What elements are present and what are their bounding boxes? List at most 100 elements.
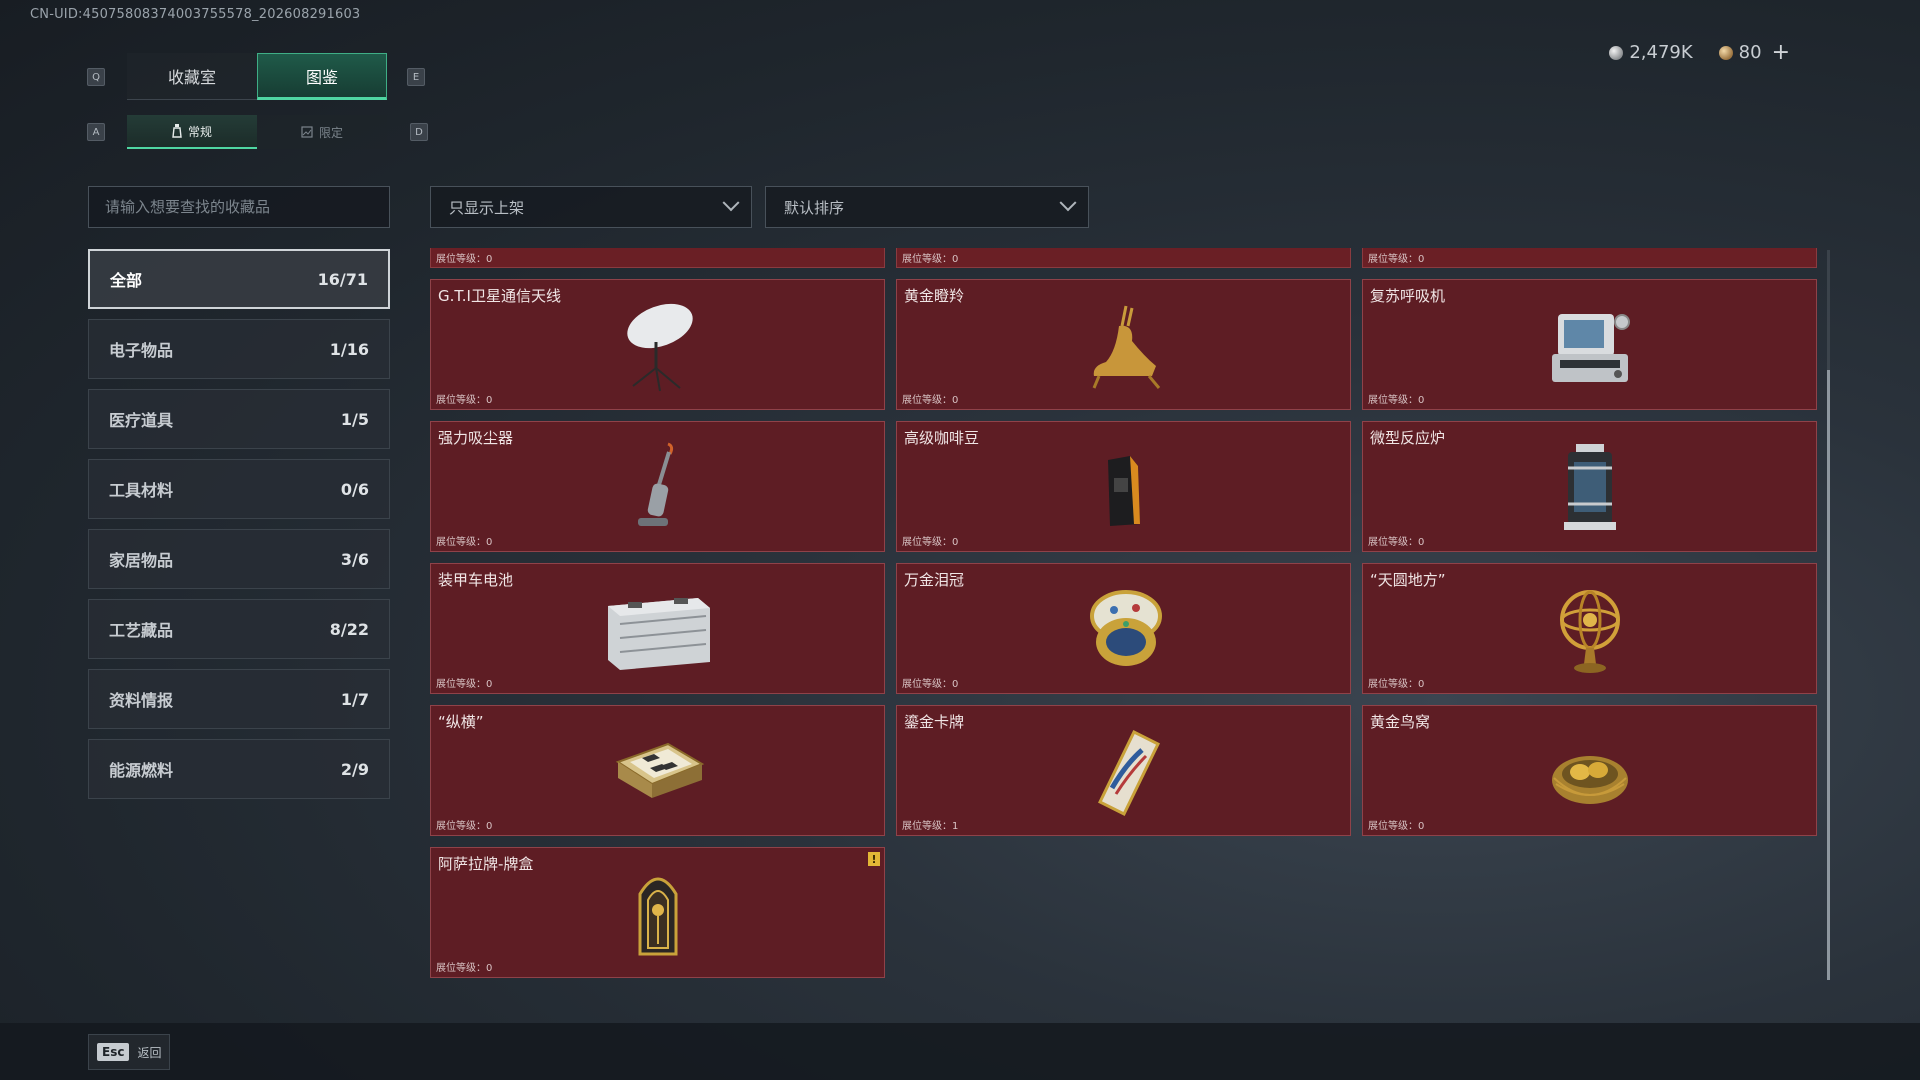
item-card-satellite[interactable]: G.T.I卫星通信天线 展位等级：0	[430, 279, 885, 410]
item-name: “纵横”	[438, 713, 484, 731]
card-case-icon	[638, 877, 677, 956]
partial-card[interactable]: 展位等级：0	[1362, 248, 1817, 268]
item-name: 万金泪冠	[904, 571, 965, 589]
golden-nest-icon	[1551, 756, 1628, 804]
esc-key-hint: Esc	[97, 1043, 130, 1061]
item-card-mini-reactor[interactable]: 微型反应炉 展位等级：0	[1362, 421, 1817, 552]
item-name: 黄金鸟窝	[1370, 713, 1431, 731]
booth-level: 展位等级：0	[1368, 537, 1425, 548]
category-medical[interactable]: 医疗道具 1/5	[88, 389, 390, 449]
booth-level: 展位等级：0	[1368, 679, 1425, 690]
coffee-bag-icon	[1107, 456, 1140, 526]
partial-card[interactable]: 展位等级：0	[896, 248, 1351, 268]
category-crafts[interactable]: 工艺藏品 8/22	[88, 599, 390, 659]
new-alert-badge: !	[868, 852, 880, 866]
silver-currency: 2,479K	[1609, 42, 1693, 63]
chevron-down-icon	[722, 194, 740, 212]
key-hint-a: A	[87, 123, 105, 141]
uid-label: CN-UID:45075808374003755578_202608291603	[30, 7, 361, 22]
chevron-down-icon	[1059, 194, 1077, 212]
booth-level: 展位等级：0	[436, 821, 493, 832]
vacuum-cleaner-icon	[637, 442, 673, 526]
item-card-jeweled-crown[interactable]: 万金泪冠 展位等级：0	[896, 563, 1351, 694]
frame-icon	[301, 126, 313, 138]
tab-collection-room[interactable]: 收藏室	[127, 53, 257, 100]
category-intel[interactable]: 资料情报 1/7	[88, 669, 390, 729]
category-tools[interactable]: 工具材料 0/6	[88, 459, 390, 519]
category-label: 医疗道具	[109, 411, 174, 430]
vehicle-battery-icon	[607, 598, 710, 670]
category-energy[interactable]: 能源燃料 2/9	[88, 739, 390, 799]
category-list: 全部 16/71 电子物品 1/16 医疗道具 1/5 工具材料 0/6 家居物品 3/6…	[88, 249, 390, 799]
footer-bar	[0, 1023, 1920, 1080]
category-label: 全部	[110, 271, 143, 290]
add-currency-button[interactable]: +	[1772, 40, 1790, 65]
sort-dropdown[interactable]: 默认排序	[765, 186, 1089, 228]
scroll-thumb[interactable]	[1827, 370, 1830, 980]
category-count: 1/16	[329, 339, 369, 359]
grid-scrollbar[interactable]	[1827, 250, 1830, 980]
category-count: 16/71	[317, 269, 368, 289]
booth-level: 展位等级：0	[1368, 254, 1425, 265]
category-count: 1/7	[340, 689, 369, 709]
item-card-vacuum[interactable]: 强力吸尘器 展位等级：0	[430, 421, 885, 552]
bottle-icon	[172, 124, 182, 138]
category-label: 电子物品	[109, 341, 174, 360]
item-name: 高级咖啡豆	[904, 429, 980, 447]
item-card-gilded-card[interactable]: 鎏金卡牌 展位等级：1	[896, 705, 1351, 836]
silver-amount: 2,479K	[1629, 42, 1693, 63]
key-hint-q: Q	[87, 68, 105, 86]
category-count: 1/5	[340, 409, 369, 429]
item-name: G.T.I卫星通信天线	[438, 287, 561, 305]
item-card-asala-card-case[interactable]: 阿萨拉牌-牌盒 ! 展位等级：0	[430, 847, 885, 978]
booth-level: 展位等级：0	[436, 395, 493, 406]
item-card-chess-box[interactable]: “纵横” 展位等级：0	[430, 705, 885, 836]
booth-level: 展位等级：0	[436, 963, 493, 974]
item-card-armillary[interactable]: “天圆地方” 展位等级：0	[1362, 563, 1817, 694]
tab-codex[interactable]: 图鉴	[257, 53, 387, 100]
main-tabs: 收藏室 图鉴	[127, 53, 387, 100]
item-card-golden-gazelle[interactable]: 黄金瞪羚 展位等级：0	[896, 279, 1351, 410]
category-label: 资料情报	[109, 691, 174, 710]
item-card-golden-nest[interactable]: 黄金鸟窝 展位等级：0	[1362, 705, 1817, 836]
item-card-coffee-beans[interactable]: 高级咖啡豆 展位等级：0	[896, 421, 1351, 552]
mini-reactor-icon	[1563, 444, 1616, 530]
golden-gazelle-icon	[1092, 305, 1160, 389]
ventilator-icon	[1551, 314, 1630, 382]
booth-level: 展位等级：0	[902, 395, 959, 406]
booth-level: 展位等级：0	[436, 254, 493, 265]
item-name: 装甲车电池	[438, 571, 514, 589]
booth-level: 展位等级：1	[902, 821, 959, 832]
item-card-vehicle-battery[interactable]: 装甲车电池 展位等级：0	[430, 563, 885, 694]
partial-card[interactable]: 展位等级：0	[430, 248, 885, 268]
category-label: 工具材料	[109, 481, 174, 500]
bronze-amount: 80	[1738, 42, 1762, 63]
armillary-sphere-icon	[1559, 590, 1620, 673]
back-button[interactable]: Esc 返回	[88, 1034, 171, 1070]
category-count: 2/9	[340, 759, 369, 779]
back-label: 返回	[137, 1045, 162, 1060]
booth-level: 展位等级：0	[1368, 395, 1425, 406]
chess-box-icon	[615, 742, 704, 798]
item-name: 鎏金卡牌	[904, 713, 965, 731]
item-name: 强力吸尘器	[438, 429, 514, 447]
booth-level: 展位等级：0	[1368, 821, 1425, 832]
subtab-regular[interactable]: 常规	[127, 115, 257, 149]
item-name: 微型反应炉	[1370, 429, 1446, 447]
search-input[interactable]	[88, 186, 390, 228]
category-label: 工艺藏品	[109, 621, 174, 640]
item-grid: 展位等级：0 展位等级：0 展位等级：0 G.T.I卫星通信天线 展位等级：0 …	[430, 248, 1818, 980]
booth-level: 展位等级：0	[436, 537, 493, 548]
category-electronics[interactable]: 电子物品 1/16	[88, 319, 390, 379]
item-name: 黄金瞪羚	[904, 287, 965, 305]
category-all[interactable]: 全部 16/71	[88, 249, 390, 309]
item-card-ventilator[interactable]: 复苏呼吸机 展位等级：0	[1362, 279, 1817, 410]
subtab-limited[interactable]: 限定	[257, 115, 387, 149]
sort-value: 默认排序	[784, 198, 845, 217]
satellite-dish-icon	[626, 303, 693, 392]
display-filter-dropdown[interactable]: 只显示上架	[430, 186, 752, 228]
item-name: “天圆地方”	[1370, 571, 1446, 589]
bronze-coin-icon	[1718, 45, 1733, 60]
category-household[interactable]: 家居物品 3/6	[88, 529, 390, 589]
key-hint-d: D	[410, 123, 428, 141]
